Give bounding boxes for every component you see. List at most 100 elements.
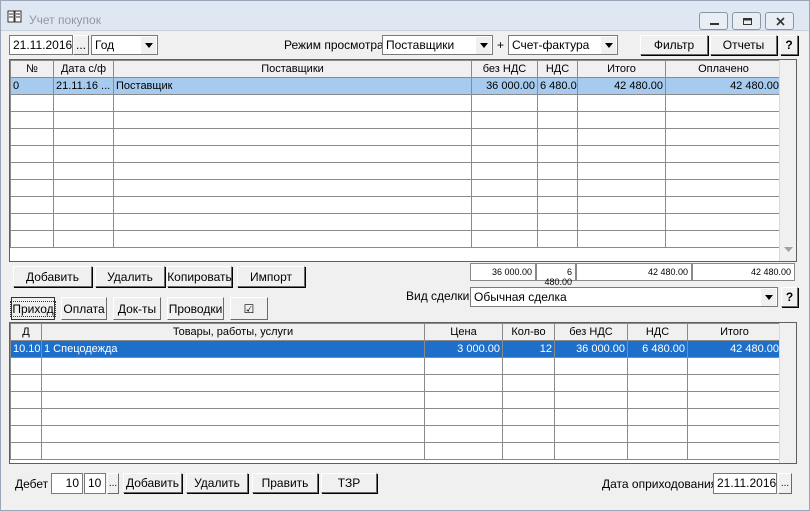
- cell-debit: 10.10: [10, 340, 42, 358]
- delete-item-button[interactable]: Удалить: [186, 473, 248, 493]
- cell-item-net: 36 000.00: [554, 340, 628, 358]
- cell-quantity: 12: [502, 340, 555, 358]
- empty-row[interactable]: [10, 128, 782, 146]
- tab-postings[interactable]: Проводки: [167, 297, 224, 320]
- view-mode-label: Режим просмотра:: [284, 38, 388, 52]
- debit-label: Дебет: [15, 477, 49, 491]
- debit-account-field[interactable]: 10: [51, 473, 83, 494]
- date-picker-button[interactable]: ...: [73, 35, 89, 55]
- cell-item-total: 42 480.00: [687, 340, 782, 358]
- items-header-row: Д Товары, работы, услуги Цена Кол-во без…: [10, 323, 782, 341]
- window-title: Учет покупок: [29, 13, 101, 27]
- total-net: 36 000.00: [470, 263, 536, 281]
- invoices-grid[interactable]: № Дата с/ф Поставщики без НДС НДС Итого …: [9, 59, 797, 262]
- empty-row[interactable]: [10, 425, 782, 443]
- tab-checklist[interactable]: ☑: [230, 297, 268, 320]
- col-item-vat[interactable]: НДС: [627, 323, 688, 341]
- import-button[interactable]: Импорт: [237, 266, 305, 287]
- close-icon: [776, 17, 785, 26]
- reports-button[interactable]: Отчеты: [710, 35, 777, 55]
- cell-invoice-date: 21.11.16 ...: [53, 77, 114, 95]
- plus-label: +: [497, 38, 505, 52]
- empty-row[interactable]: [10, 145, 782, 163]
- invoices-header-row: № Дата с/ф Поставщики без НДС НДС Итого …: [10, 60, 782, 78]
- empty-row[interactable]: [10, 162, 782, 180]
- col-quantity[interactable]: Кол-во: [502, 323, 555, 341]
- debit-subaccount-field[interactable]: 10: [84, 473, 106, 494]
- copy-invoice-button[interactable]: Копировать: [167, 266, 232, 287]
- col-price[interactable]: Цена: [424, 323, 503, 341]
- add-invoice-button[interactable]: Добавить: [13, 266, 92, 287]
- cell-net: 36 000.00: [471, 77, 538, 95]
- col-suppliers[interactable]: Поставщики: [113, 60, 472, 78]
- empty-row[interactable]: [10, 391, 782, 409]
- chevron-down-icon[interactable]: [601, 37, 616, 54]
- posting-date-field[interactable]: 21.11.2016: [713, 473, 777, 494]
- tab-income[interactable]: Приход: [10, 297, 56, 320]
- col-paid[interactable]: Оплачено: [665, 60, 782, 78]
- close-button[interactable]: [765, 12, 794, 30]
- total-vat: 6 480.00: [536, 263, 576, 287]
- delete-invoice-button[interactable]: Удалить: [95, 266, 165, 287]
- debit-picker-button[interactable]: ...: [107, 473, 119, 494]
- purchase-ledger-window: Учет покупок 21.11.2016 ... Год Режим пр…: [0, 0, 810, 511]
- empty-row[interactable]: [10, 111, 782, 129]
- empty-row[interactable]: [10, 230, 782, 248]
- col-total[interactable]: Итого: [577, 60, 666, 78]
- cell-paid: 42 480.00: [665, 77, 782, 95]
- minimize-icon: [710, 23, 719, 25]
- table-row[interactable]: 10.10 1 Спецодежда 3 000.00 12 36 000.00…: [10, 340, 782, 358]
- cell-total: 42 480.00: [577, 77, 666, 95]
- deal-help-button[interactable]: ?: [781, 287, 798, 307]
- col-item-total[interactable]: Итого: [687, 323, 782, 341]
- cell-vat: 6 480.00: [537, 77, 578, 95]
- posting-date-picker-button[interactable]: ...: [778, 473, 792, 494]
- cell-number: 0: [10, 77, 54, 95]
- empty-row[interactable]: [10, 213, 782, 231]
- col-number[interactable]: №: [10, 60, 54, 78]
- help-button[interactable]: ?: [780, 35, 798, 55]
- tab-documents[interactable]: Док-ты: [113, 297, 161, 320]
- col-debit[interactable]: Д: [10, 323, 42, 341]
- invoices-table: № Дата с/ф Поставщики без НДС НДС Итого …: [10, 60, 782, 248]
- add-item-button[interactable]: Добавить: [123, 473, 182, 493]
- col-invoice-date[interactable]: Дата с/ф: [53, 60, 114, 78]
- empty-row[interactable]: [10, 357, 782, 375]
- empty-row[interactable]: [10, 408, 782, 426]
- col-goods[interactable]: Товары, работы, услуги: [41, 323, 425, 341]
- items-table: Д Товары, работы, услуги Цена Кол-во без…: [10, 323, 782, 460]
- minimize-button[interactable]: [699, 12, 728, 30]
- col-item-net[interactable]: без НДС: [554, 323, 628, 341]
- chevron-down-icon[interactable]: [761, 289, 776, 306]
- empty-row[interactable]: [10, 442, 782, 460]
- view-mode-select[interactable]: Поставщики: [382, 35, 493, 55]
- maximize-button[interactable]: [732, 12, 761, 30]
- items-grid[interactable]: Д Товары, работы, услуги Цена Кол-во без…: [9, 322, 797, 464]
- total-paid: 42 480.00: [692, 263, 795, 281]
- empty-row[interactable]: [10, 374, 782, 392]
- deal-type-value: Обычная сделка: [474, 290, 567, 304]
- doc-type-select[interactable]: Счет-фактура: [508, 35, 618, 55]
- empty-row[interactable]: [10, 94, 782, 112]
- col-vat[interactable]: НДС: [537, 60, 578, 78]
- edit-item-button[interactable]: Править: [252, 473, 318, 493]
- empty-row[interactable]: [10, 179, 782, 197]
- date-field[interactable]: 21.11.2016: [9, 35, 73, 55]
- empty-row[interactable]: [10, 196, 782, 214]
- period-select[interactable]: Год: [91, 35, 158, 55]
- cell-item-vat: 6 480.00: [627, 340, 688, 358]
- tab-income-label: Приход: [10, 300, 56, 317]
- chevron-down-icon[interactable]: [141, 37, 156, 54]
- cell-price: 3 000.00: [424, 340, 503, 358]
- col-net[interactable]: без НДС: [471, 60, 538, 78]
- items-scrollbar[interactable]: [779, 323, 796, 463]
- tab-payment[interactable]: Оплата: [61, 297, 107, 320]
- chevron-down-icon[interactable]: [476, 37, 491, 54]
- tzr-button[interactable]: ТЗР: [321, 473, 377, 493]
- app-book-icon: [7, 10, 22, 23]
- deal-type-select[interactable]: Обычная сделка: [470, 287, 778, 307]
- filter-button[interactable]: Фильтр: [640, 35, 708, 55]
- scroll-down-icon[interactable]: [784, 247, 793, 253]
- table-row[interactable]: 0 21.11.16 ... Поставщик 36 000.00 6 480…: [10, 77, 782, 95]
- invoices-scrollbar[interactable]: [779, 60, 796, 261]
